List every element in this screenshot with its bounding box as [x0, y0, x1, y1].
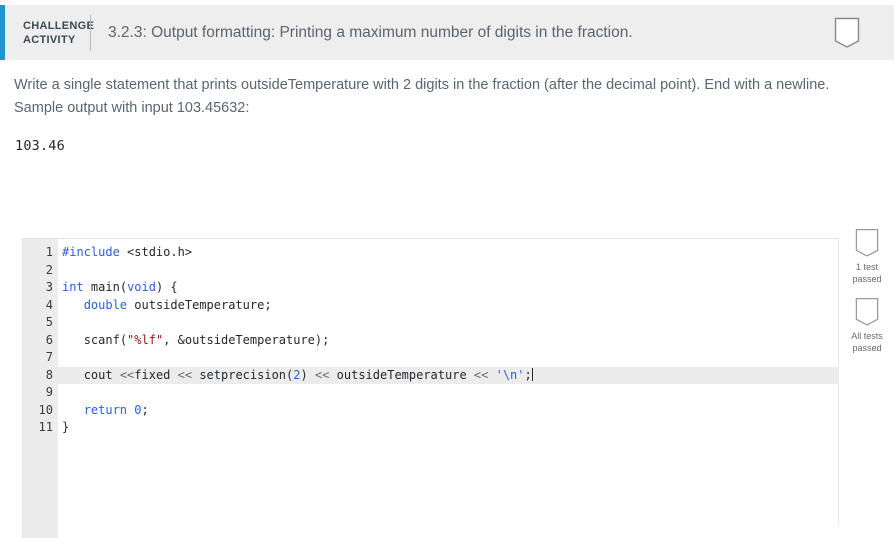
line-number: 2 [45, 262, 53, 277]
pennant-icon [855, 297, 879, 326]
line-number: 4 [45, 297, 53, 312]
sample-output-value: 103.46 [15, 138, 65, 154]
prompt-text: Write a single statement that prints out… [14, 77, 830, 116]
test-result-caption: All tests passed [851, 331, 883, 353]
code-line[interactable]: scanf("%lf", &outsideTemperature); [58, 332, 838, 350]
code-line[interactable] [58, 349, 838, 367]
challenge-label-line1: CHALLENGE [23, 19, 95, 32]
line-number: 10 [38, 402, 53, 417]
line-number: 5 [45, 315, 53, 329]
test-result-caption: 1 test passed [852, 262, 882, 284]
line-number: 11 [38, 420, 53, 434]
code-editor-body: 1 2 3 4 5 6 7 8 9 10 11 #include <stdio.h> int mai… [23, 239, 838, 538]
code-line[interactable] [58, 262, 838, 280]
challenge-activity-label: CHALLENGE ACTIVITY [5, 19, 95, 47]
line-number: 1 [45, 245, 53, 259]
pennant-icon [855, 228, 879, 257]
line-number: 9 [45, 385, 53, 399]
pennant-icon-glyph [834, 17, 860, 48]
pennant-icon[interactable] [834, 17, 860, 49]
code-line[interactable]: double outsideTemperature; [58, 297, 838, 315]
challenge-label-line2: ACTIVITY [23, 33, 76, 46]
code-line[interactable]: int main(void) { [58, 279, 838, 297]
code-text-area[interactable]: #include <stdio.h> int main(void) { doub… [58, 239, 838, 538]
test-result-item[interactable]: All tests passed [841, 297, 893, 354]
test-results-rail: 1 test passed All tests passed [840, 228, 894, 366]
code-line[interactable]: #include <stdio.h> [58, 244, 838, 262]
page-title: 3.2.3: Output formatting: Printing a max… [108, 23, 633, 41]
code-line[interactable] [58, 384, 838, 402]
editor-rail-divider [838, 238, 839, 526]
code-line[interactable]: } [58, 419, 838, 437]
line-number: 3 [45, 280, 53, 294]
line-number: 8 [45, 367, 53, 382]
line-number-gutter: 1 2 3 4 5 6 7 8 9 10 11 [23, 239, 58, 538]
line-number: 6 [45, 332, 53, 347]
test-result-item[interactable]: 1 test passed [841, 228, 893, 285]
code-editor[interactable]: 1 2 3 4 5 6 7 8 9 10 11 #include <stdio.h> int mai… [22, 238, 838, 538]
text-caret [531, 367, 533, 381]
line-number: 7 [45, 350, 53, 364]
code-line[interactable]: cout <<fixed << setprecision(2) << outsi… [58, 366, 838, 384]
code-line[interactable] [58, 314, 838, 332]
challenge-activity-header: CHALLENGE ACTIVITY 3.2.3: Output formatt… [0, 5, 894, 60]
code-line[interactable]: return 0; [58, 402, 838, 420]
